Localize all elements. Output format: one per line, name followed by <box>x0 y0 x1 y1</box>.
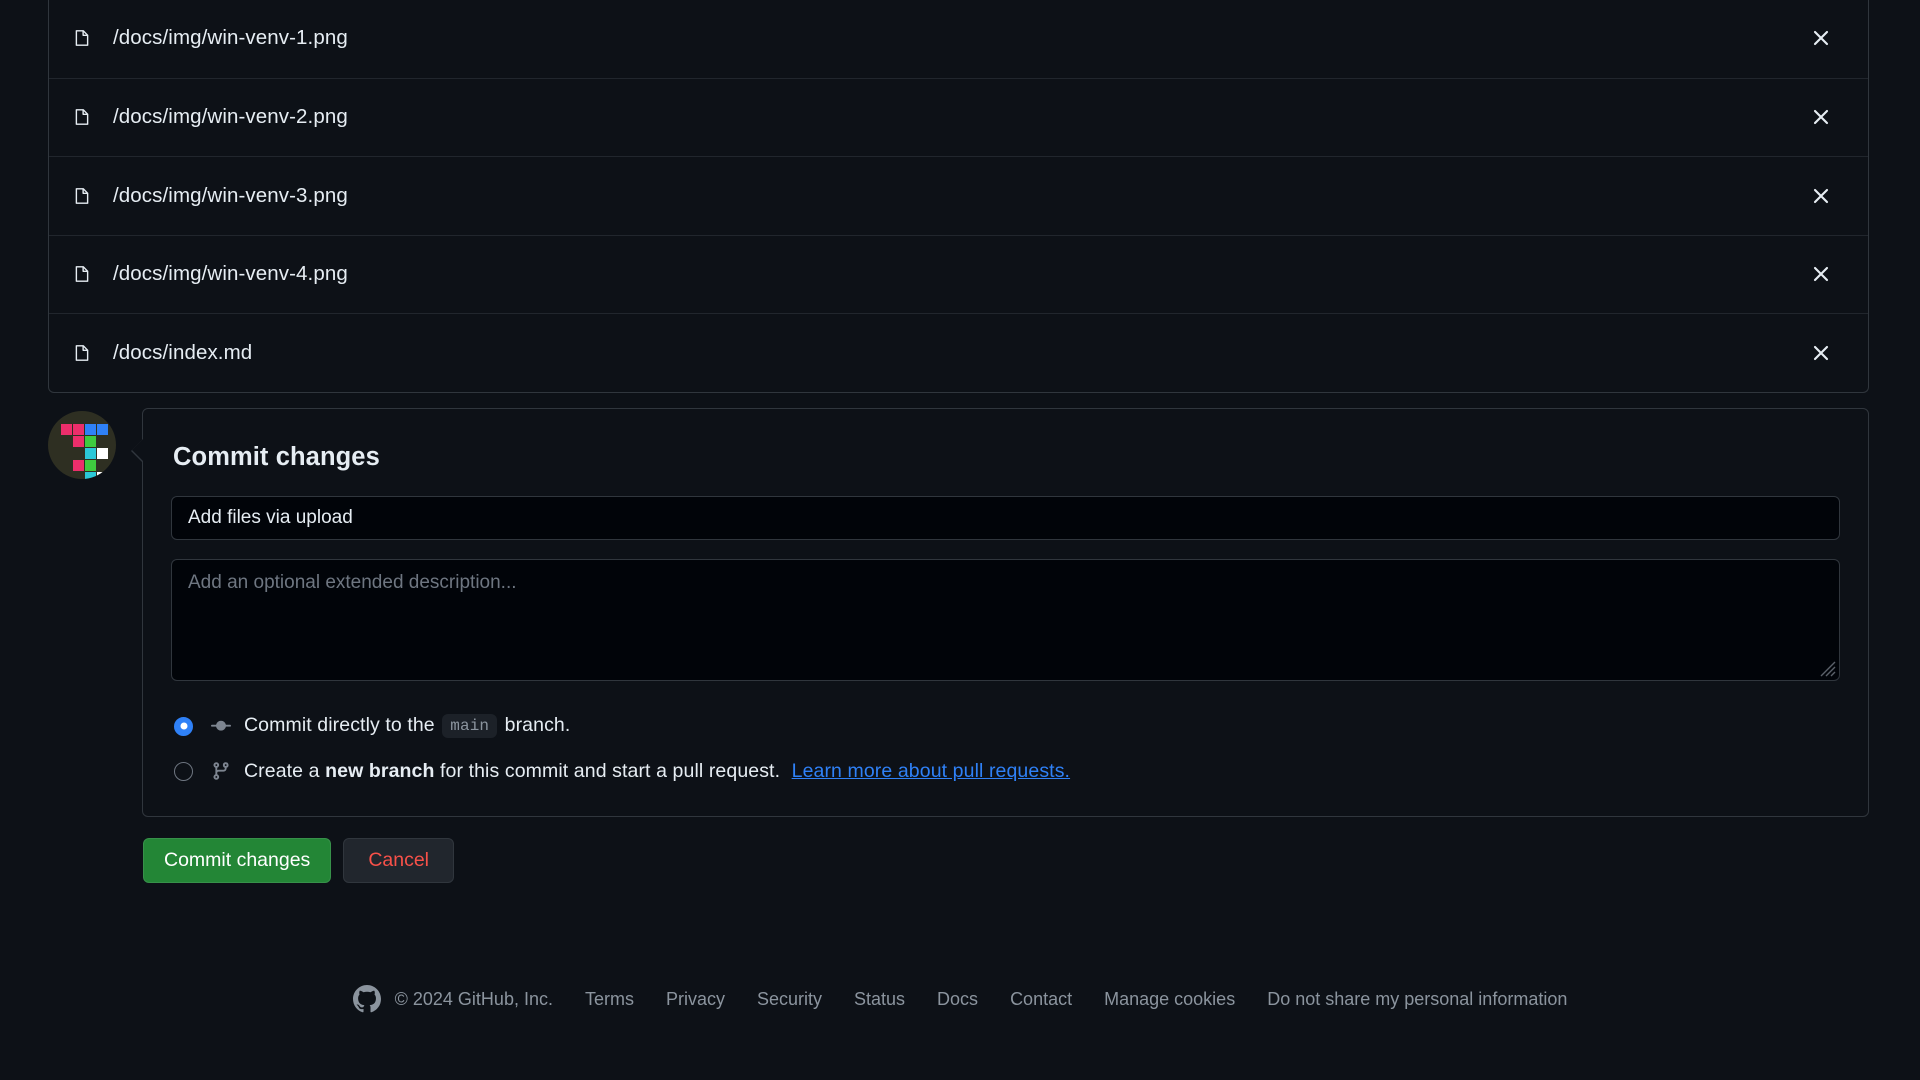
git-commit-icon <box>211 716 231 736</box>
avatar <box>48 411 116 479</box>
file-path: /docs/img/win-venv-3.png <box>113 183 348 207</box>
remove-file-button[interactable] <box>1806 338 1836 368</box>
avatar-pixel <box>73 424 84 435</box>
option2-text-before: Create a <box>244 759 320 782</box>
option2-text-after: for this commit and start a pull request… <box>440 759 781 782</box>
branch-name-badge: main <box>442 714 498 738</box>
commit-section: Commit changes Add files via upload Add … <box>48 408 1869 817</box>
git-branch-icon <box>211 761 231 781</box>
file-row: /docs/img/win-venv-2.png <box>49 77 1868 157</box>
commit-form-title: Commit changes <box>173 443 380 471</box>
page-root: /docs/img/win-venv-1.png/docs/img/win-ve… <box>0 0 1920 1080</box>
github-mark-icon <box>352 985 381 1013</box>
cancel-button[interactable]: Cancel <box>343 838 455 883</box>
file-icon <box>73 108 91 126</box>
file-path: /docs/img/win-venv-2.png <box>113 105 348 128</box>
file-icon <box>73 344 91 362</box>
commit-target-options: Commit directly to the main branch. Crea <box>171 707 1840 790</box>
radio-create-branch[interactable] <box>174 761 193 781</box>
remove-file-button[interactable] <box>1806 102 1836 132</box>
avatar-pixel <box>73 436 84 447</box>
avatar-pixel <box>61 424 72 435</box>
footer-link[interactable]: Contact <box>1010 989 1072 1010</box>
file-row: /docs/img/win-venv-1.png <box>49 0 1868 78</box>
avatar-pixel <box>85 424 96 435</box>
file-row: /docs/img/win-venv-3.png <box>49 156 1868 235</box>
avatar-pixel <box>97 424 108 435</box>
page-footer: © 2024 GitHub, Inc. Terms Privacy Security… <box>0 985 1920 1013</box>
commit-description-wrapper <box>171 559 1840 681</box>
option-commit-directly-label: Commit directly to the main branch. <box>244 714 570 738</box>
file-path: /docs/img/win-venv-4.png <box>113 262 348 285</box>
option-create-branch-label: Create a new branch for this commit and … <box>244 760 1070 783</box>
file-path: /docs/index.md <box>113 340 253 364</box>
commit-description-textarea[interactable] <box>171 559 1840 681</box>
uploaded-file-list: /docs/img/win-venv-1.png/docs/img/win-ve… <box>48 0 1869 393</box>
commit-form-callout: Commit changes Add files via upload Add … <box>131 408 1869 817</box>
footer-link[interactable]: Status <box>854 989 905 1010</box>
option1-text-before: Commit directly to the <box>244 714 435 736</box>
avatar-pixel <box>73 460 84 471</box>
radio-commit-directly[interactable] <box>174 716 193 736</box>
file-icon <box>73 187 91 205</box>
footer-link[interactable]: Privacy <box>666 989 725 1010</box>
file-row: /docs/index.md <box>49 313 1868 392</box>
footer-link[interactable]: Do not share my personal information <box>1267 989 1567 1010</box>
option1-text-after: branch. <box>504 714 571 736</box>
remove-file-button[interactable] <box>1806 181 1836 211</box>
option2-emphasis: new branch <box>325 759 435 782</box>
file-icon <box>73 265 91 283</box>
footer-link[interactable]: Security <box>757 989 822 1010</box>
remove-file-button[interactable] <box>1806 259 1836 289</box>
form-actions: Commit changes Cancel <box>143 838 455 883</box>
avatar-pixel <box>85 448 96 459</box>
file-row: /docs/img/win-venv-4.png <box>49 234 1868 314</box>
avatar-pixel <box>97 472 108 479</box>
learn-more-pull-requests-link[interactable]: Learn more about pull requests. <box>792 760 1070 782</box>
footer-link[interactable]: Docs <box>937 989 978 1010</box>
avatar-pixel <box>97 448 108 459</box>
footer-link[interactable]: Terms <box>585 989 634 1010</box>
avatar-pixel <box>85 460 96 471</box>
footer-link[interactable]: Manage cookies <box>1104 989 1235 1010</box>
file-path: /docs/img/win-venv-1.png <box>113 26 348 49</box>
file-icon <box>73 29 91 47</box>
footer-copyright: © 2024 GitHub, Inc. <box>394 988 553 1009</box>
commit-changes-button[interactable]: Commit changes <box>143 838 332 883</box>
footer-links: Terms Privacy Security Status Docs Contact Man… <box>585 989 1567 1010</box>
avatar-pixel <box>85 436 96 447</box>
commit-message-input[interactable] <box>171 496 1840 540</box>
option-create-branch[interactable]: Create a new branch for this commit and … <box>171 752 1840 790</box>
option-commit-directly[interactable]: Commit directly to the main branch. <box>171 707 1840 745</box>
remove-file-button[interactable] <box>1806 23 1836 53</box>
avatar-pixel <box>85 472 96 479</box>
